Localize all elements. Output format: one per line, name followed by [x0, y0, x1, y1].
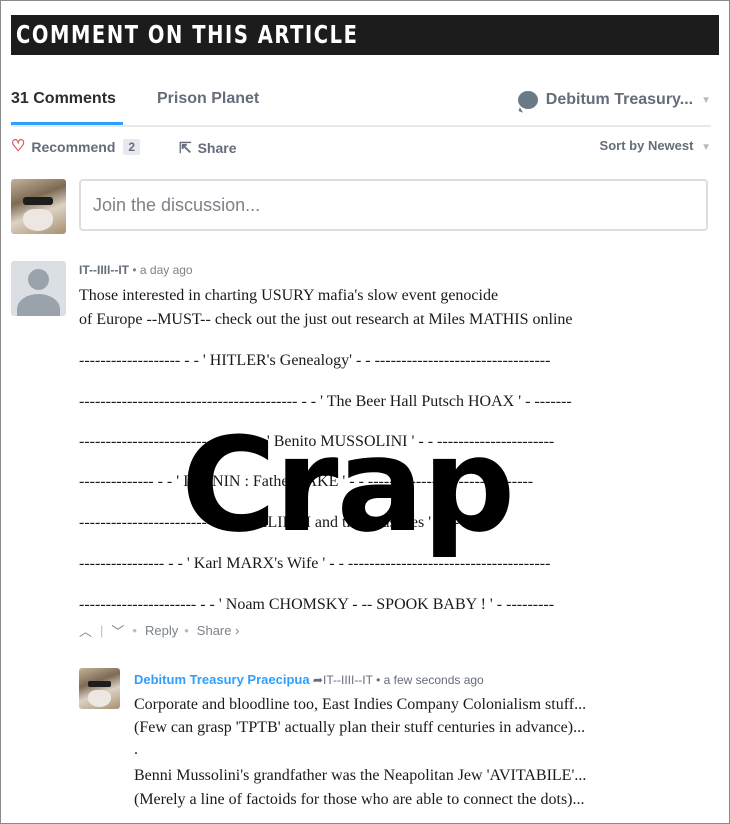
tab-community[interactable]: Prison Planet	[157, 90, 259, 108]
avatar-head	[28, 269, 49, 290]
comment-actions: ︿ | ﹀ • Reply • Share ›	[79, 621, 245, 640]
avatar-glasses	[88, 681, 111, 687]
chevron-down-icon: ▼	[701, 94, 711, 106]
heart-icon: ♡	[11, 138, 26, 155]
reply-timestamp[interactable]: a few seconds ago	[384, 673, 484, 687]
section-banner: COMMENT ON THIS ARTICLE	[11, 15, 719, 55]
avatar-glasses	[23, 197, 53, 205]
overlay-caption: Crap	[181, 409, 515, 561]
reply-line: Corporate and bloodline too, East Indies…	[134, 696, 587, 713]
speech-bubble-icon	[517, 91, 538, 109]
recommend-label: Recommend	[31, 139, 116, 155]
user-name: Debitum Treasury...	[545, 91, 694, 108]
avatar-beard	[88, 690, 111, 707]
reply-author-avatar[interactable]	[79, 668, 120, 709]
share-label: Share	[197, 140, 237, 156]
separator: |	[100, 623, 104, 638]
chevron-down-icon: ▼	[701, 142, 711, 153]
reply-to-author[interactable]: IT--IIII--IT	[323, 673, 373, 687]
reply-line: (Few can grasp 'TPTB' actually plan thei…	[134, 719, 586, 736]
comment-composer[interactable]	[79, 179, 708, 231]
reply-arrow-icon: ➦	[312, 673, 323, 687]
comment-timestamp[interactable]: a day ago	[140, 263, 193, 277]
commenter-avatar[interactable]	[11, 261, 66, 316]
comment-line: ---------------------- - - ' Noam CHOMSK…	[79, 596, 555, 613]
share-button[interactable]: ⇱ Share	[179, 139, 237, 157]
avatar-beard	[23, 209, 53, 231]
reply-link[interactable]: Reply	[145, 623, 178, 638]
comment-line: ------------------- - - ' HITLER's Genea…	[79, 352, 551, 369]
recommend-count: 2	[123, 139, 141, 155]
reply-meta: Debitum Treasury Praecipua ➦IT--IIII--IT…	[134, 672, 484, 687]
reply-line: .	[134, 741, 138, 758]
share-icon: ⇱	[179, 140, 192, 157]
reply-line: (Merely a line of factoids for those who…	[134, 791, 585, 808]
sort-dropdown[interactable]: Sort by Newest ▼	[600, 138, 711, 153]
banner-title: COMMENT ON THIS ARTICLE	[16, 20, 359, 49]
reply-line: Benni Mussolini's grandfather was the Ne…	[134, 767, 587, 784]
comment-line: of Europe --MUST-- check out the just ou…	[79, 311, 573, 328]
upvote-icon[interactable]: ︿	[79, 621, 92, 640]
recommend-button[interactable]: ♡ Recommend 2	[11, 138, 141, 155]
comment-meta: IT--IIII--IT • a day ago	[79, 263, 193, 277]
separator: •	[132, 623, 137, 638]
comment-author[interactable]: IT--IIII--IT	[79, 263, 129, 277]
discussion-toolbar: ♡ Recommend 2 ⇱ Share Sort by Newest ▼	[11, 138, 711, 160]
join-discussion-input[interactable]	[81, 181, 706, 229]
sort-label: Sort by Newest	[599, 138, 694, 153]
user-menu[interactable]: Debitum Treasury... ▼	[517, 88, 711, 112]
share-link[interactable]: Share ›	[197, 623, 240, 638]
separator: •	[184, 623, 189, 638]
active-tab-indicator	[11, 122, 123, 125]
downvote-icon[interactable]: ﹀	[111, 621, 124, 640]
avatar-body	[17, 294, 60, 316]
comment-line: Those interested in charting USURY mafia…	[79, 287, 499, 304]
current-user-avatar[interactable]	[11, 179, 66, 234]
comment-tabs: 31 Comments Prison Planet Debitum Treasu…	[11, 88, 711, 127]
reply-author[interactable]: Debitum Treasury Praecipua	[134, 672, 310, 687]
tab-comments[interactable]: 31 Comments	[11, 90, 116, 108]
